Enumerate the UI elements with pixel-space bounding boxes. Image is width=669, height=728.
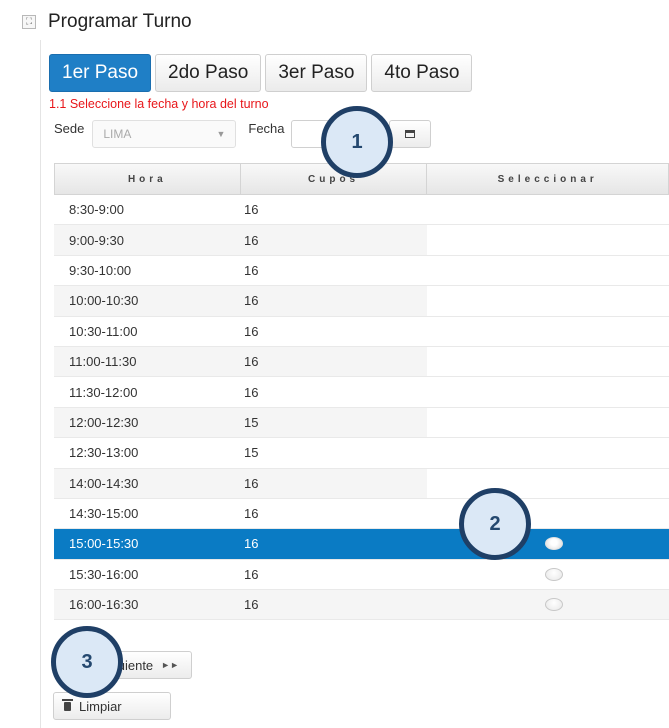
cell-hora: 15:30-16:00 (69, 566, 139, 582)
table-row[interactable]: 14:30-15:00 16 (54, 498, 669, 530)
cell-cupos: 16 (244, 323, 259, 339)
chevron-down-icon: ▼ (216, 129, 226, 139)
cell-cupos: 16 (244, 262, 259, 278)
cell-cupos: 16 (244, 566, 259, 582)
tab-step-3[interactable]: 3er Paso (265, 54, 368, 92)
left-rail (40, 40, 41, 728)
tab-step-4[interactable]: 4to Paso (371, 54, 473, 92)
table-body: 8:30-9:00 16 9:00-9:30 16 9:30-10:00 16 10:00-… (54, 195, 669, 621)
cell-seleccionar (427, 316, 669, 346)
cell-cupos: 16 (244, 384, 259, 400)
panel-header: ⛶ Programar Turno (22, 8, 192, 36)
select-radio[interactable] (545, 598, 563, 612)
cell-hora: 9:00-9:30 (69, 232, 124, 248)
table-row[interactable]: 12:00-12:30 15 (54, 407, 669, 439)
table-row[interactable]: 12:30-13:00 15 (54, 438, 669, 469)
trash-icon (62, 698, 73, 711)
table-row[interactable]: 8:30-9:00 16 (54, 195, 669, 226)
cell-seleccionar (427, 560, 669, 589)
panel-title: Programar Turno (48, 11, 192, 32)
cell-hora: 12:00-12:30 (69, 414, 139, 430)
calendar-icon (404, 130, 415, 138)
cell-cupos: 15 (244, 414, 259, 430)
tab-step-1[interactable]: 1er Paso (49, 54, 152, 92)
clear-button[interactable]: Limpiar (53, 692, 171, 720)
schedule-table: Hora Cupos Seleccionar 8:30-9:00 16 9:00-9… (54, 163, 669, 621)
page: ⛶ Programar Turno 1er Paso 2do Paso 3er … (0, 0, 669, 728)
cell-cupos: 16 (244, 232, 259, 248)
cell-seleccionar (427, 286, 669, 316)
cell-hora: 16:00-16:30 (69, 597, 139, 613)
cell-hora: 12:30-13:00 (69, 445, 139, 461)
table-row[interactable]: 9:00-9:30 16 (54, 225, 669, 256)
cell-cupos: 16 (244, 293, 259, 309)
column-header-hora[interactable]: Hora (55, 164, 241, 194)
fecha-label: Fecha (248, 120, 285, 136)
table-row[interactable]: 15:00-15:30 16 (54, 529, 669, 560)
cell-hora: 9:30-10:00 (69, 262, 132, 278)
instruction-text: 1.1 Seleccione la fecha y hora del turno (49, 97, 269, 111)
callout-1: 1 (321, 106, 393, 178)
sede-select[interactable]: LIMA ▼ (92, 120, 237, 148)
cell-hora: 8:30-9:00 (69, 202, 124, 218)
table-row[interactable]: 11:30-12:00 16 (54, 377, 669, 408)
fast-forward-icon: ►► (161, 660, 179, 670)
cell-cupos: 16 (244, 597, 259, 613)
cell-seleccionar (427, 377, 669, 407)
table-row[interactable]: 11:00-11:30 16 (54, 346, 669, 378)
table-row[interactable]: 10:30-11:00 16 (54, 316, 669, 347)
cell-seleccionar (427, 195, 669, 225)
column-header-seleccionar[interactable]: Seleccionar (427, 164, 669, 194)
select-radio[interactable] (545, 567, 563, 581)
cell-hora: 11:30-12:00 (69, 384, 138, 400)
cell-seleccionar (427, 346, 669, 377)
cell-hora: 10:00-10:30 (69, 293, 139, 309)
calendar-button[interactable] (388, 120, 431, 148)
cell-cupos: 16 (244, 354, 259, 370)
table-row[interactable]: 9:30-10:00 16 (54, 255, 669, 287)
cell-seleccionar (427, 407, 669, 438)
cell-seleccionar (427, 255, 669, 286)
cell-cupos: 16 (244, 506, 259, 522)
cell-cupos: 15 (244, 445, 259, 461)
cell-seleccionar (427, 225, 669, 255)
cell-seleccionar (427, 590, 669, 619)
cell-hora: 14:30-15:00 (69, 506, 139, 522)
cell-hora: 10:30-11:00 (69, 323, 138, 339)
cell-hora: 11:00-11:30 (69, 354, 137, 370)
table-row[interactable]: 16:00-16:30 16 (54, 590, 669, 621)
sede-value: LIMA (103, 127, 132, 141)
cell-cupos: 16 (244, 475, 259, 491)
table-row[interactable]: 10:00-10:30 16 (54, 286, 669, 317)
cell-seleccionar (427, 438, 669, 468)
cell-cupos: 16 (244, 202, 259, 218)
select-radio[interactable] (545, 537, 563, 551)
clear-button-label: Limpiar (79, 698, 122, 714)
step-tabs: 1er Paso 2do Paso 3er Paso 4to Paso (49, 54, 473, 92)
table-row[interactable]: 14:00-14:30 16 (54, 468, 669, 499)
callout-2: 2 (459, 488, 531, 560)
callout-3: 3 (51, 626, 123, 698)
table-row[interactable]: 15:30-16:00 16 (54, 560, 669, 591)
collapse-icon[interactable]: ⛶ (22, 15, 36, 29)
cell-hora: 14:00-14:30 (69, 475, 139, 491)
cell-seleccionar (427, 468, 669, 498)
tab-step-2[interactable]: 2do Paso (155, 54, 262, 92)
sede-label: Sede (54, 120, 85, 136)
cell-hora: 15:00-15:30 (69, 536, 139, 552)
cell-cupos: 16 (244, 536, 259, 552)
